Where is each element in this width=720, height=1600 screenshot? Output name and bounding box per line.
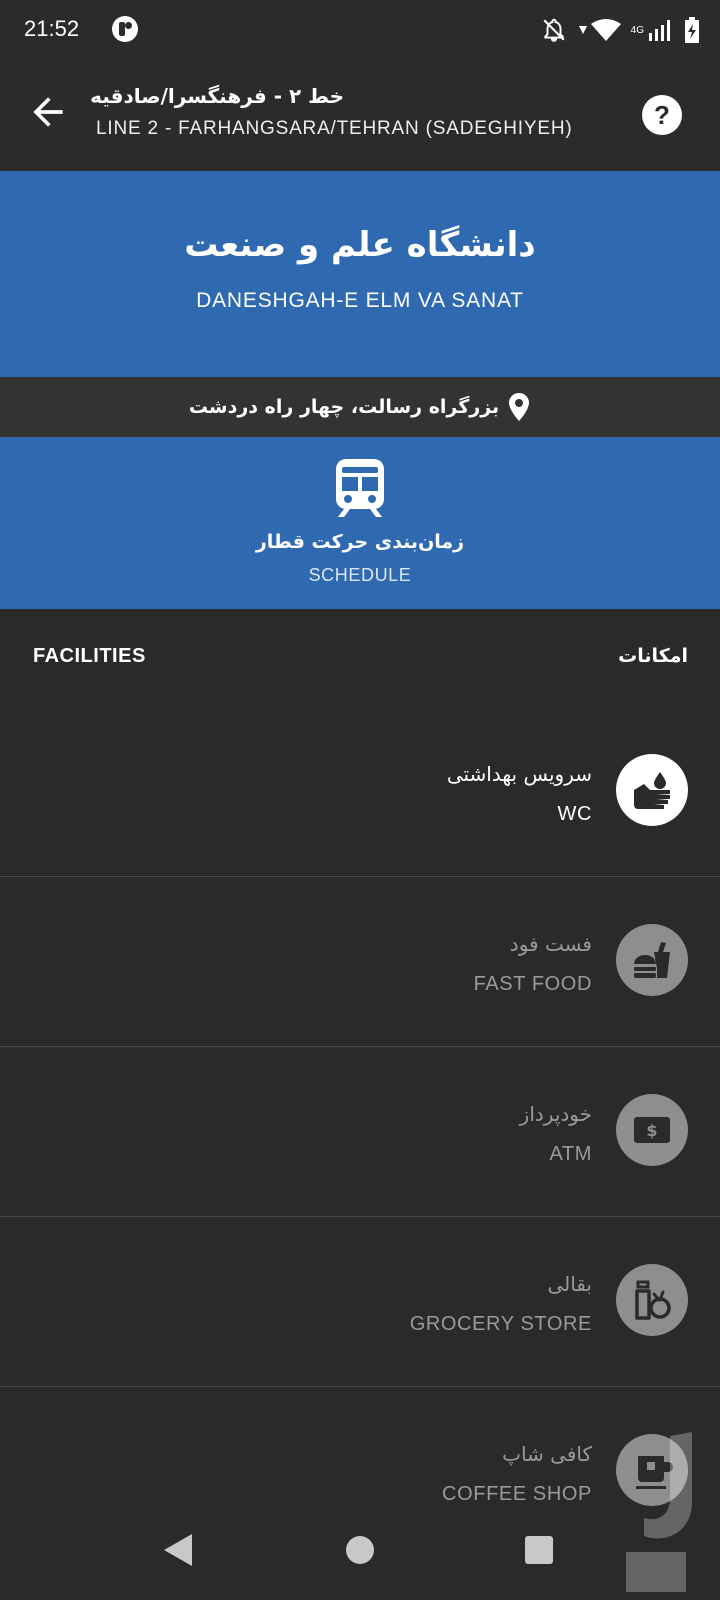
facility-atm[interactable]: $ خودپرداز ATM [0, 1047, 720, 1217]
back-button[interactable] [26, 90, 70, 134]
facility-fast-food[interactable]: فست فود FAST FOOD [0, 877, 720, 1047]
help-icon[interactable]: ? [642, 95, 682, 135]
facility-name-en: WC [557, 803, 592, 825]
facilities-header-fa: امکانات [618, 645, 688, 667]
facility-name-en: ATM [549, 1143, 592, 1165]
facility-grocery-store[interactable]: بقالی GROCERY STORE [0, 1217, 720, 1387]
status-time: 21:52 [24, 16, 80, 41]
facility-name-en: GROCERY STORE [409, 1313, 592, 1335]
arrow-back-icon [33, 97, 63, 127]
facility-name-fa: سرویس بهداشتی [446, 762, 592, 786]
notifications-off-icon [543, 18, 565, 42]
battery-charging-icon [685, 17, 699, 43]
station-name-en: DANESHGAH-E ELM VA SANAT [196, 289, 524, 312]
wifi-icon [578, 19, 621, 41]
network-type: 4G [630, 24, 644, 36]
facility-name-fa: فست فود [509, 932, 592, 956]
signal-icon [649, 20, 670, 41]
atm-icon: $ [616, 1094, 688, 1166]
schedule-label-en: SCHEDULE [308, 565, 412, 585]
grocery-icon [616, 1264, 688, 1336]
fast-food-icon [616, 924, 688, 996]
station-header: دانشگاه علم و صنعت DANESHGAH-E ELM VA SA… [0, 171, 720, 377]
train-icon [336, 459, 384, 517]
app-watermark-icon [626, 1432, 692, 1592]
nav-back-icon[interactable] [162, 1532, 194, 1568]
system-navigation-bar [0, 1500, 720, 1600]
svg-text:$: $ [646, 1121, 657, 1140]
nav-recents-icon[interactable] [525, 1536, 553, 1564]
schedule-label-fa: زمان‌بندی حرکت قطار [255, 531, 465, 553]
facility-name-fa: بقالی [547, 1272, 592, 1296]
app-toolbar: خط ۲ - فرهنگسرا/صادقیه LINE 2 - FARHANGS… [0, 62, 720, 171]
hand-wash-icon [616, 754, 688, 826]
nav-home-icon[interactable] [346, 1536, 374, 1564]
schedule-button[interactable]: زمان‌بندی حرکت قطار SCHEDULE [0, 437, 720, 609]
station-name-fa: دانشگاه علم و صنعت [184, 225, 536, 265]
status-bar: 21:52 4G [0, 0, 720, 62]
location-pin-icon [509, 393, 530, 421]
address-text: بزرگراه رسالت، چهار راه دردشت [188, 396, 500, 418]
facility-name-en: FAST FOOD [473, 973, 592, 995]
station-address[interactable]: بزرگراه رسالت، چهار راه دردشت [0, 377, 720, 437]
facility-wc[interactable]: سرویس بهداشتی WC [0, 707, 720, 877]
facilities-header-en: FACILITIES [33, 645, 146, 667]
line-title-fa: خط ۲ - فرهنگسرا/صادقیه [90, 84, 344, 108]
app-notification-icon [112, 16, 138, 42]
facility-name-fa: کافی شاپ [502, 1442, 592, 1466]
line-title-en: LINE 2 - FARHANGSARA/TEHRAN (SADEGHIYEH) [96, 118, 573, 139]
status-icons: 4G [541, 17, 700, 43]
facility-name-fa: خودپرداز [519, 1102, 592, 1126]
